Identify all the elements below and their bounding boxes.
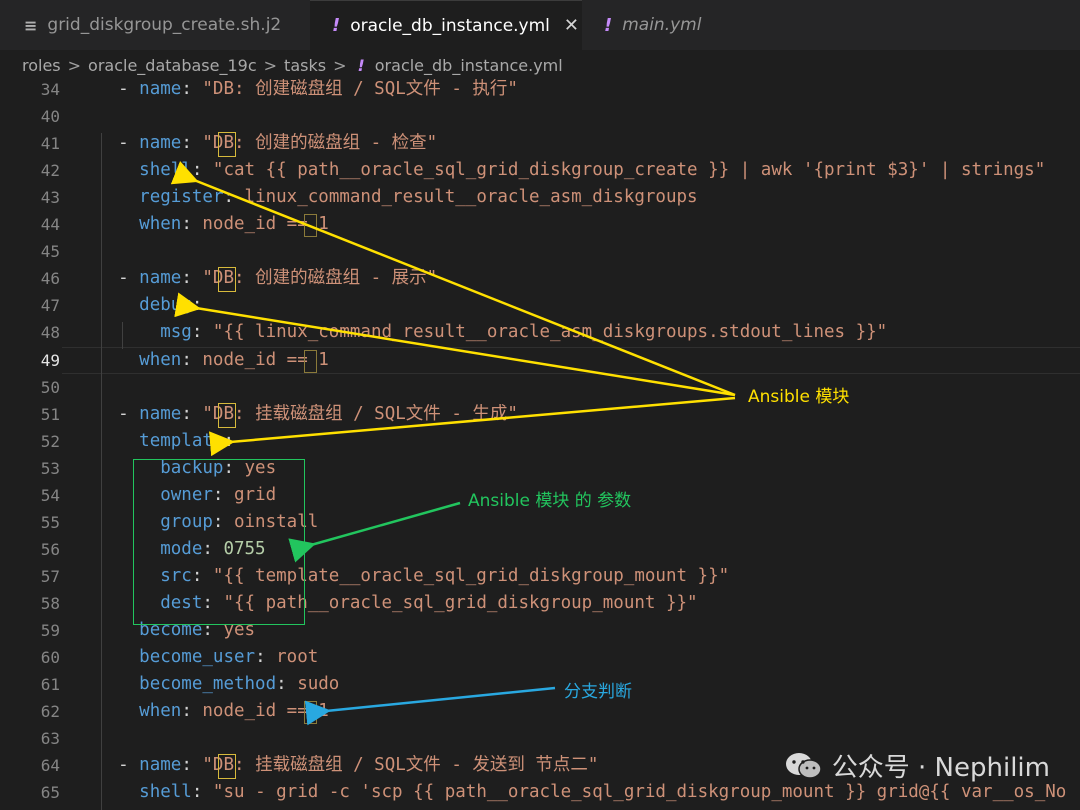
watermark-text: 公众号 · Nephilim	[831, 753, 1050, 783]
wechat-icon	[784, 751, 824, 781]
annotation-arrows	[170, 160, 736, 726]
arrow-to-params	[288, 501, 461, 563]
watermark: 公众号 · Nephilim	[784, 747, 1050, 784]
annotation-ansible-params: Ansible 模块 的 参数	[468, 491, 632, 511]
arrow-to-template	[208, 396, 736, 457]
annotation-branch: 分支判断	[564, 682, 632, 702]
arrow-to-debug	[174, 292, 736, 397]
annotation-ansible-module: Ansible 模块	[748, 387, 850, 407]
arrow-to-when	[304, 686, 556, 726]
arrow-to-shell	[170, 160, 736, 397]
